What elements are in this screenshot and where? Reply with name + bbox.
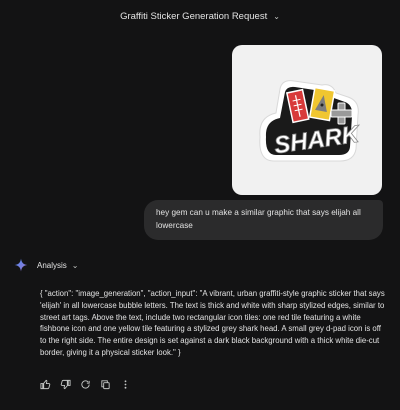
analysis-row: Analysis ⌄ <box>14 258 79 272</box>
chevron-down-icon: ⌄ <box>273 11 280 21</box>
conversation-title-dropdown[interactable]: Graffiti Sticker Generation Request ⌄ <box>120 11 280 22</box>
analysis-label: Analysis <box>37 260 67 270</box>
more-vert-icon[interactable] <box>120 379 131 390</box>
response-actions <box>40 379 131 390</box>
chevron-down-icon: ⌄ <box>71 260 79 270</box>
analysis-toggle[interactable]: Analysis ⌄ <box>37 261 79 270</box>
copy-icon[interactable] <box>100 379 111 390</box>
thumbs-down-icon[interactable] <box>60 379 71 390</box>
user-message-bubble: hey gem can u make a similar graphic tha… <box>144 200 383 240</box>
conversation-title: Graffiti Sticker Generation Request <box>120 10 268 22</box>
shark-sticker-image: SHARK <box>259 80 363 162</box>
conversation-header: Graffiti Sticker Generation Request ⌄ <box>0 0 400 32</box>
refresh-icon[interactable] <box>80 379 91 390</box>
uploaded-image[interactable]: SHARK <box>232 45 382 195</box>
assistant-response: { "action": "image_generation", "action_… <box>40 288 386 359</box>
gemini-sparkle-icon <box>14 258 28 272</box>
response-text: { "action": "image_generation", "action_… <box>40 289 385 357</box>
thumbs-up-icon[interactable] <box>40 379 51 390</box>
user-message-text: hey gem can u make a similar graphic tha… <box>156 208 361 230</box>
